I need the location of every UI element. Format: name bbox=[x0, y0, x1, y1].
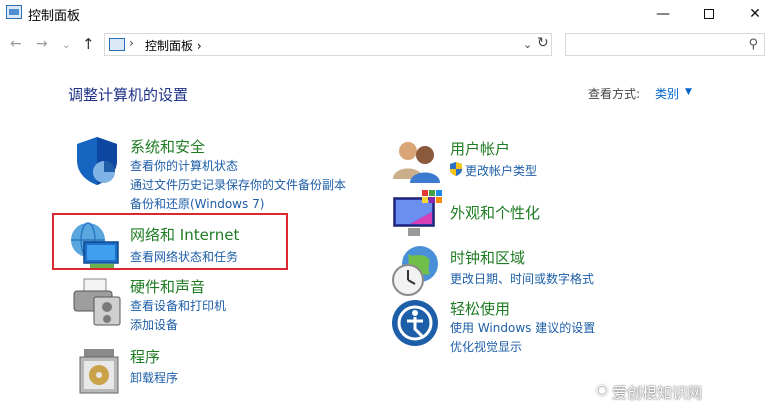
link-optimize-visual-display[interactable]: 优化视觉显示 bbox=[450, 338, 522, 355]
printer-icon bbox=[73, 278, 121, 326]
link-add-device[interactable]: 添加设备 bbox=[130, 316, 178, 333]
chevron-down-icon[interactable]: ▼ bbox=[685, 87, 692, 97]
page-title: 调整计算机的设置 bbox=[68, 86, 189, 104]
uac-shield-icon bbox=[450, 162, 462, 176]
forward-button[interactable]: → bbox=[36, 36, 48, 52]
view-by-label: 查看方式: bbox=[588, 87, 641, 101]
breadcrumb-item[interactable]: 控制面板 bbox=[145, 39, 193, 53]
address-bar[interactable]: › 控制面板 › ⌄ ↻ bbox=[104, 33, 552, 56]
link-view-computer-status[interactable]: 查看你的计算机状态 bbox=[130, 157, 238, 174]
recent-locations-chevron-icon[interactable]: ⌄ bbox=[62, 40, 70, 51]
address-dropdown-icon[interactable]: ⌄ bbox=[523, 38, 532, 51]
refresh-icon[interactable]: ↻ bbox=[537, 35, 549, 51]
watermark-logo-icon: ◉ bbox=[596, 382, 609, 398]
breadcrumb-chevron-icon[interactable]: › bbox=[197, 39, 202, 53]
category-title-clock-region[interactable]: 时钟和区域 bbox=[450, 247, 525, 268]
breadcrumb[interactable]: 控制面板 › bbox=[145, 37, 202, 54]
close-button[interactable]: ✕ bbox=[732, 0, 778, 28]
category-title-hardware-sound[interactable]: 硬件和声音 bbox=[130, 276, 205, 297]
search-input[interactable]: ⚲ bbox=[565, 33, 765, 56]
window-title: 控制面板 bbox=[28, 9, 81, 24]
view-by-dropdown[interactable]: 类别 bbox=[655, 85, 679, 102]
category-title-programs[interactable]: 程序 bbox=[130, 346, 160, 367]
link-change-account-type[interactable]: 更改帐户类型 bbox=[465, 162, 537, 179]
link-uninstall-program[interactable]: 卸载程序 bbox=[130, 369, 178, 386]
link-backup-restore[interactable]: 备份和还原(Windows 7) bbox=[130, 195, 264, 212]
clock-globe-icon bbox=[392, 246, 438, 296]
shield-icon bbox=[77, 137, 117, 185]
close-icon: ✕ bbox=[749, 6, 761, 22]
programs-icon bbox=[79, 349, 119, 394]
link-file-history-backup[interactable]: 通过文件历史记录保存你的文件备份副本 bbox=[130, 176, 346, 193]
maximize-button[interactable] bbox=[686, 0, 732, 28]
title-bar: 控制面板 — ✕ bbox=[0, 0, 778, 28]
maximize-icon bbox=[704, 9, 714, 19]
search-icon[interactable]: ⚲ bbox=[748, 37, 758, 52]
link-change-date-time-format[interactable]: 更改日期、时间或数字格式 bbox=[450, 270, 594, 287]
category-title-appearance[interactable]: 外观和个性化 bbox=[450, 202, 540, 223]
category-title-ease-of-access[interactable]: 轻松使用 bbox=[450, 298, 510, 319]
control-panel-icon bbox=[109, 38, 125, 51]
up-button[interactable]: ↑ bbox=[82, 35, 95, 53]
back-button[interactable]: ← bbox=[10, 36, 22, 52]
navigation-bar: ← → ⌄ ↑ › 控制面板 › ⌄ ↻ ⚲ bbox=[0, 28, 778, 62]
ease-of-access-icon bbox=[392, 300, 438, 346]
control-panel-icon bbox=[6, 5, 22, 19]
monitor-palette-icon bbox=[393, 190, 442, 236]
link-devices-printers[interactable]: 查看设备和打印机 bbox=[130, 297, 226, 314]
minimize-button[interactable]: — bbox=[640, 0, 686, 28]
highlight-box bbox=[52, 213, 288, 270]
minimize-icon: — bbox=[656, 6, 670, 22]
breadcrumb-separator-icon[interactable]: › bbox=[129, 36, 134, 50]
category-title-user-accounts[interactable]: 用户帐户 bbox=[450, 138, 510, 159]
link-windows-recommended-settings[interactable]: 使用 Windows 建议的设置 bbox=[450, 319, 595, 336]
users-icon bbox=[393, 142, 440, 183]
category-title-system-security[interactable]: 系统和安全 bbox=[130, 136, 205, 157]
watermark-text: 爱创根知识网 bbox=[612, 384, 703, 402]
